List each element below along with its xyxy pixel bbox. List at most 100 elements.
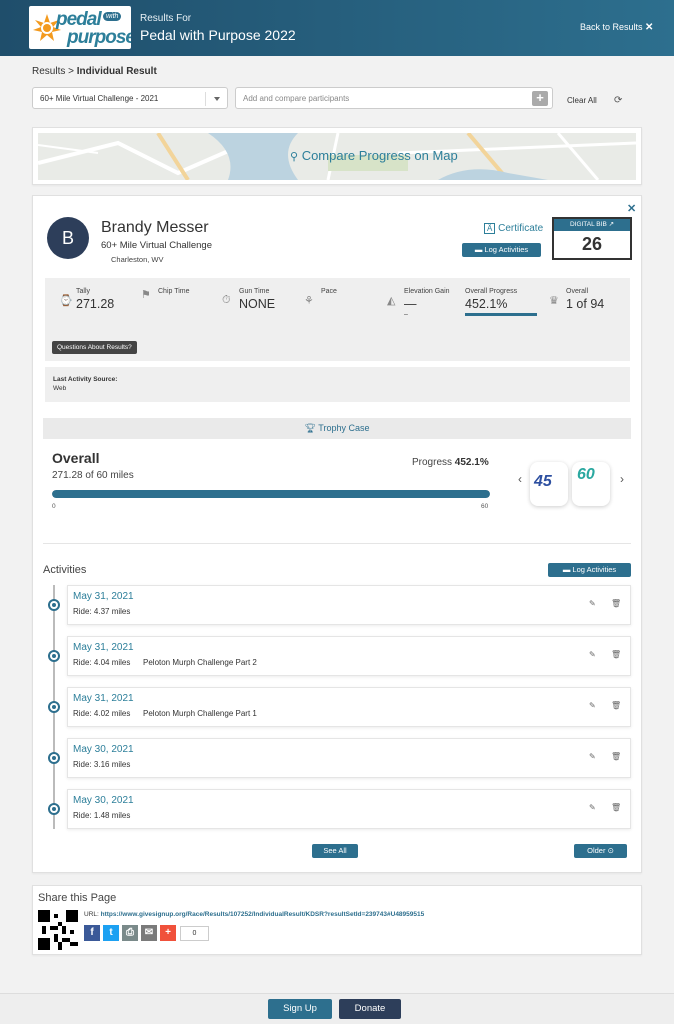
- badge-60-miles[interactable]: 60: [572, 462, 610, 506]
- stat-sub: –: [404, 311, 408, 318]
- back-label: Back to Results: [580, 22, 643, 32]
- flag-icon: ⚑: [141, 289, 151, 301]
- breadcrumb-current: Individual Result: [76, 66, 157, 77]
- sign-up-button[interactable]: Sign Up: [268, 999, 332, 1019]
- timeline-dot: [48, 599, 60, 611]
- progress-max-label: 60: [481, 503, 489, 510]
- more-share-icon[interactable]: +: [160, 925, 176, 941]
- print-share-icon[interactable]: ⎙: [122, 925, 138, 941]
- stat-elevation: ◭ Elevation Gain — –: [387, 288, 450, 318]
- log-activities-label: Log Activities: [572, 565, 617, 574]
- map-card[interactable]: ⚲ Compare Progress on Map: [32, 127, 642, 185]
- activity-item: May 30, 2021 Ride: 1.48 miles ✎ 🗑︎: [67, 789, 631, 829]
- stats-panel: ⌚ Tally 271.28 ⚑ Chip Time ⏱ Gun Time NO…: [45, 278, 630, 361]
- header-subtitle: Results For: [140, 13, 192, 24]
- event-select[interactable]: 60+ Mile Virtual Challenge - 2021: [32, 87, 228, 109]
- overall-progress-fill: [52, 490, 490, 498]
- section-divider: [43, 543, 631, 544]
- stat-label: Tally: [76, 288, 91, 295]
- participant-event: 60+ Mile Virtual Challenge: [101, 240, 212, 251]
- facebook-share-icon[interactable]: f: [84, 925, 100, 941]
- logo-text-purpose: purpose: [67, 27, 131, 48]
- digital-bib[interactable]: DIGITAL BIB ↗ 26: [552, 217, 632, 260]
- chevron-right-icon[interactable]: ›: [620, 472, 624, 486]
- stat-label: Elevation Gain: [404, 288, 450, 295]
- activity-date: May 30, 2021: [73, 795, 134, 806]
- trash-icon[interactable]: 🗑︎: [611, 752, 621, 761]
- activities-title: Activities: [43, 564, 87, 576]
- questions-about-results-button[interactable]: Questions About Results?: [52, 341, 137, 354]
- footer-bar: Sign Up Donate: [0, 993, 674, 1024]
- timeline-dot: [48, 803, 60, 815]
- close-icon[interactable]: ✕: [627, 202, 636, 215]
- header-bar: pedal with purpose Results For Pedal wit…: [0, 0, 674, 56]
- chevron-down-icon: [214, 97, 220, 101]
- stat-label: Gun Time: [239, 288, 270, 295]
- trash-icon[interactable]: 🗑︎: [611, 599, 621, 608]
- edit-icon[interactable]: ✎: [589, 752, 596, 761]
- donate-button[interactable]: Donate: [339, 999, 401, 1019]
- certificate-icon: Ä: [484, 223, 496, 234]
- trash-icon[interactable]: 🗑︎: [611, 650, 621, 659]
- stopwatch-icon: ⏱: [222, 294, 231, 306]
- edit-icon[interactable]: ✎: [589, 650, 596, 659]
- clear-all-button[interactable]: Clear All: [567, 96, 597, 105]
- breadcrumb-separator: >: [65, 66, 77, 77]
- edit-icon[interactable]: ✎: [589, 599, 596, 608]
- map-preview[interactable]: ⚲ Compare Progress on Map: [38, 133, 636, 180]
- trophy-case-button[interactable]: 🏆︎ Trophy Case: [43, 418, 631, 439]
- older-button[interactable]: Older ⊙: [574, 844, 627, 858]
- stat-tally: ⌚ Tally 271.28: [59, 288, 115, 311]
- share-count: 0: [180, 926, 209, 941]
- breadcrumb-results-link[interactable]: Results: [32, 66, 65, 77]
- edit-icon[interactable]: ✎: [589, 803, 596, 812]
- activity-ride: Ride: 1.48 miles: [73, 811, 131, 820]
- overall-progress-bar: [52, 490, 490, 498]
- share-url: URL: https://www.givesignup.org/Race/Res…: [84, 911, 424, 918]
- trash-icon[interactable]: 🗑︎: [611, 701, 621, 710]
- email-share-icon[interactable]: ✉: [141, 925, 157, 941]
- log-activities-button[interactable]: ▬ Log Activities: [548, 563, 631, 577]
- compare-participants-input[interactable]: Add and compare participants +: [235, 87, 553, 109]
- mountain-chart-icon: ◭: [387, 295, 396, 307]
- back-to-results-link[interactable]: Back to Results ✕: [580, 22, 653, 33]
- share-title: Share this Page: [38, 892, 117, 904]
- stat-value: 452.1%: [465, 297, 508, 311]
- pedal-with-purpose-logo[interactable]: pedal with purpose: [29, 6, 131, 49]
- stat-value: 1 of 94: [566, 297, 605, 311]
- trash-icon[interactable]: 🗑︎: [611, 803, 621, 812]
- older-label: Older: [587, 846, 606, 855]
- digital-bib-header: DIGITAL BIB ↗: [554, 219, 630, 231]
- watch-icon: ⌚: [59, 295, 73, 307]
- certificate-link[interactable]: Ä Certificate: [484, 223, 543, 234]
- activity-ride: Ride: 4.02 miles: [73, 709, 131, 718]
- last-activity-source: Last Activity Source: Web: [45, 367, 630, 402]
- badge-45-miles[interactable]: 45: [530, 462, 568, 506]
- activity-name: Peloton Murph Challenge Part 1: [143, 709, 257, 718]
- compare-progress-map-link[interactable]: ⚲ Compare Progress on Map: [290, 148, 458, 163]
- map-label-text: Compare Progress on Map: [301, 148, 458, 163]
- share-url-link[interactable]: https://www.givesignup.org/Race/Results/…: [101, 911, 425, 918]
- edit-icon[interactable]: ✎: [589, 701, 596, 710]
- overall-progress: Progress 452.1%: [412, 457, 489, 468]
- activity-item: May 30, 2021 Ride: 3.16 miles ✎ 🗑︎: [67, 738, 631, 778]
- stat-value: —: [404, 297, 417, 311]
- stat-value: 271.28: [76, 297, 115, 311]
- twitter-share-icon[interactable]: t: [103, 925, 119, 941]
- avatar: B: [47, 217, 89, 259]
- add-participant-icon[interactable]: +: [532, 91, 548, 106]
- select-separator: [205, 92, 206, 106]
- circle-arrow-icon: ⊙: [607, 846, 614, 855]
- stat-value: NONE: [239, 297, 276, 311]
- log-activities-button[interactable]: ▬ Log Activities: [462, 243, 541, 257]
- activity-date: May 31, 2021: [73, 642, 134, 653]
- external-link-icon: ↗: [608, 221, 615, 228]
- header-title: Pedal with Purpose 2022: [140, 27, 296, 43]
- stat-label: Overall Progress: [465, 288, 518, 295]
- chevron-left-icon[interactable]: ‹: [518, 472, 522, 486]
- activity-name: Peloton Murph Challenge Part 2: [143, 658, 257, 667]
- see-all-button[interactable]: See All: [312, 844, 358, 858]
- book-icon: ▬: [562, 565, 571, 574]
- activity-date: May 31, 2021: [73, 591, 134, 602]
- refresh-icon[interactable]: ⟳: [614, 95, 622, 106]
